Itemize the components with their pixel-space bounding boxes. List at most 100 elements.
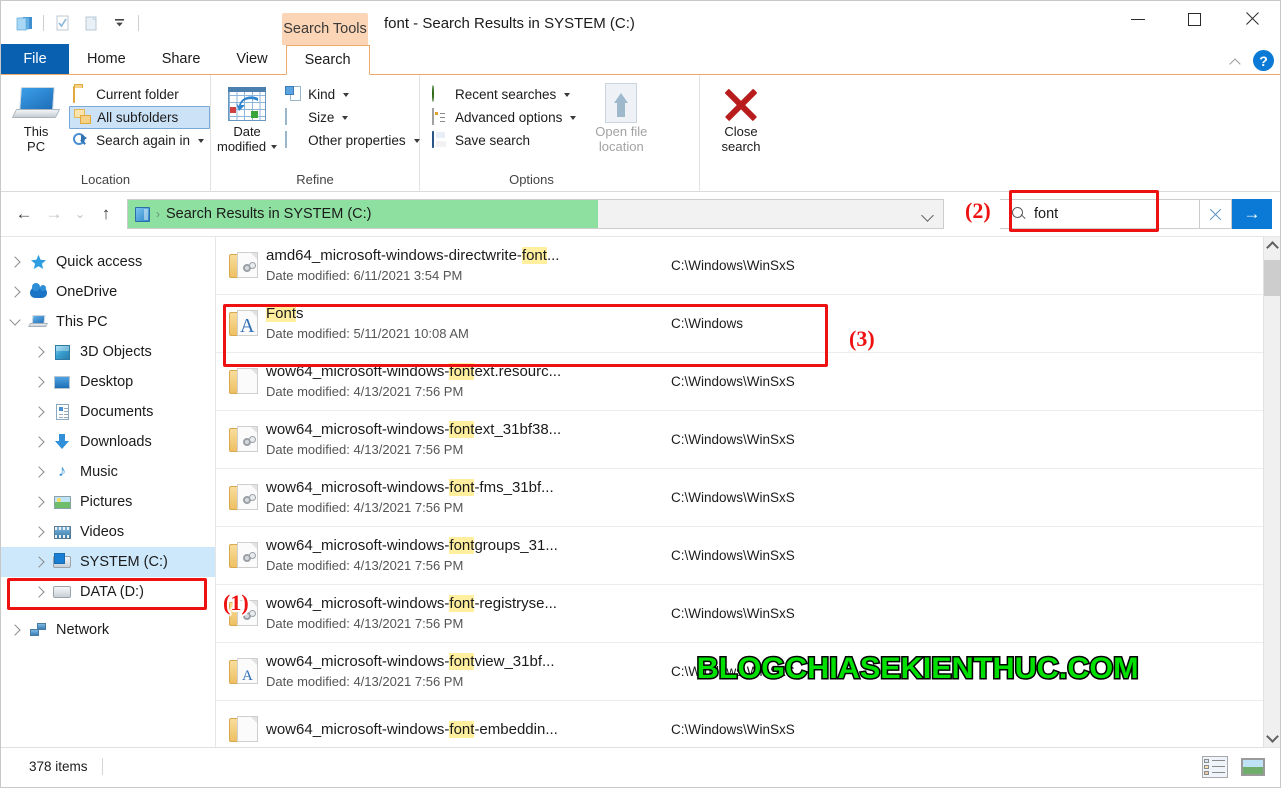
table-row[interactable]: wow64_microsoft-windows-fontext.resourc.… (216, 353, 1280, 411)
address-bar-row: ← → ⌄ ↑ › Search Results in SYSTEM (C:) … (1, 192, 1280, 237)
all-subfolders-button[interactable]: All subfolders (69, 106, 210, 129)
file-path: C:\Windows\WinSxS (671, 490, 795, 505)
status-divider (101, 758, 103, 775)
recent-searches-button[interactable]: Recent searches (428, 83, 582, 106)
advanced-options-button[interactable]: Advanced options (428, 106, 582, 129)
customize-dropdown-icon[interactable] (106, 10, 132, 36)
sidebar-item-quick-access[interactable]: Quick access (1, 247, 215, 277)
maximize-button[interactable] (1166, 1, 1223, 37)
sidebar-item-label: Network (56, 622, 110, 638)
table-row[interactable]: A Fonts Date modified: 5/11/2021 10:08 A… (216, 295, 1280, 353)
close-search-button[interactable]: Close search (704, 80, 778, 154)
expander-icon[interactable] (27, 489, 53, 515)
scroll-up-button[interactable] (1264, 237, 1280, 255)
sidebar-item-onedrive[interactable]: OneDrive (1, 277, 215, 307)
qat-divider-2 (138, 15, 139, 31)
sidebar-item-3d-objects[interactable]: 3D Objects (1, 337, 215, 367)
sidebar-item-label: Desktop (80, 374, 134, 390)
date-modified-button[interactable]: Date modified (217, 80, 278, 154)
search-input[interactable]: font (1034, 206, 1058, 222)
tab-search[interactable]: Search (285, 45, 370, 75)
file-path: C:\Windows\WinSxS (671, 258, 795, 273)
expander-icon[interactable] (27, 369, 53, 395)
sidebar-item-documents[interactable]: Documents (1, 397, 215, 427)
forward-button[interactable]: → (39, 199, 69, 229)
this-pc-icon (11, 84, 61, 124)
expander-icon[interactable] (27, 339, 53, 365)
search-box[interactable]: font (1000, 199, 1200, 229)
help-icon[interactable]: ? (1253, 50, 1274, 71)
scrollbar-thumb[interactable] (1264, 260, 1280, 296)
table-row[interactable]: wow64_microsoft-windows-fontgroups_31...… (216, 527, 1280, 585)
kind-label: Kind (308, 87, 336, 102)
chevron-up-icon[interactable] (1229, 54, 1243, 68)
folder-gear-icon (224, 600, 266, 627)
breadcrumb-separator: › (156, 207, 160, 221)
expander-icon[interactable] (3, 249, 29, 275)
expander-icon[interactable] (3, 279, 29, 305)
tab-file-label: File (23, 51, 47, 67)
up-button[interactable]: ↑ (91, 199, 121, 229)
sidebar-item-data-d[interactable]: DATA (D:) (1, 577, 215, 607)
table-row[interactable]: wow64_microsoft-windows-font-embeddin...… (216, 701, 1280, 747)
address-bar[interactable]: › Search Results in SYSTEM (C:) (127, 199, 944, 229)
size-button[interactable]: Size (281, 106, 426, 129)
vertical-scrollbar[interactable] (1263, 237, 1280, 747)
file-name: wow64_microsoft-windows-fontext.resourc.… (266, 363, 562, 380)
go-search-button[interactable]: → (1232, 199, 1272, 229)
expander-icon[interactable] (27, 549, 53, 575)
minimize-button[interactable] (1109, 1, 1166, 37)
table-row[interactable]: wow64_microsoft-windows-fontext_31bf38..… (216, 411, 1280, 469)
thumbnail-view-button[interactable] (1240, 756, 1266, 778)
this-pc-button[interactable]: This PC (9, 80, 63, 154)
sidebar-item-videos[interactable]: Videos (1, 517, 215, 547)
scroll-down-button[interactable] (1264, 729, 1280, 747)
address-dropdown-icon[interactable] (921, 207, 935, 221)
tab-view[interactable]: View (218, 44, 285, 74)
sidebar-item-music[interactable]: ♪ Music (1, 457, 215, 487)
explorer-icon[interactable] (11, 10, 37, 36)
search-again-in-button[interactable]: Search again in (69, 129, 210, 152)
save-search-button[interactable]: Save search (428, 129, 582, 152)
sidebar-item-label: Downloads (80, 434, 152, 450)
tab-share[interactable]: Share (144, 44, 219, 74)
chevron-down-icon (271, 144, 278, 149)
tab-home[interactable]: Home (69, 44, 144, 74)
open-file-location-button[interactable]: Open file location (590, 80, 652, 154)
recent-locations-button[interactable]: ⌄ (69, 199, 91, 229)
expander-icon[interactable] (27, 459, 53, 485)
expander-icon[interactable] (27, 399, 53, 425)
details-view-button[interactable] (1202, 755, 1228, 778)
tab-file[interactable]: File (1, 44, 69, 74)
new-folder-icon[interactable] (78, 10, 104, 36)
current-folder-button[interactable]: Current folder (69, 83, 210, 106)
other-properties-button[interactable]: Other properties (281, 129, 426, 152)
search-results-icon (135, 206, 150, 222)
expander-icon[interactable] (3, 617, 29, 643)
expander-icon[interactable] (27, 519, 53, 545)
expander-icon[interactable] (3, 309, 29, 335)
clear-search-button[interactable] (1200, 199, 1232, 229)
expander-icon[interactable] (27, 579, 53, 605)
expander-icon[interactable] (27, 429, 53, 455)
table-row[interactable]: wow64_microsoft-windows-font-registryse.… (216, 585, 1280, 643)
sidebar-item-desktop[interactable]: Desktop (1, 367, 215, 397)
sidebar-item-downloads[interactable]: Downloads (1, 427, 215, 457)
navigation-pane: Quick access OneDrive This PC 3D Objects (1, 237, 216, 747)
table-row[interactable]: A wow64_microsoft-windows-fontview_31bf.… (216, 643, 1280, 701)
kind-button[interactable]: Kind (281, 83, 426, 106)
close-button[interactable] (1223, 1, 1280, 37)
folder-page-icon (224, 716, 266, 743)
sidebar-item-system-c[interactable]: SYSTEM (C:) (1, 547, 215, 577)
properties-icon[interactable] (50, 10, 76, 36)
table-row[interactable]: amd64_microsoft-windows-directwrite-font… (216, 237, 1280, 295)
tab-share-label: Share (161, 51, 201, 67)
item-count-label: 378 items (29, 759, 88, 774)
table-row[interactable]: wow64_microsoft-windows-font-fms_31bf...… (216, 469, 1280, 527)
breadcrumb[interactable]: › Search Results in SYSTEM (C:) (128, 200, 598, 228)
sidebar-item-network[interactable]: Network (1, 615, 215, 645)
sidebar-item-pictures[interactable]: Pictures (1, 487, 215, 517)
chevron-down-icon (413, 138, 420, 143)
sidebar-item-this-pc[interactable]: This PC (1, 307, 215, 337)
back-button[interactable]: ← (9, 199, 39, 229)
